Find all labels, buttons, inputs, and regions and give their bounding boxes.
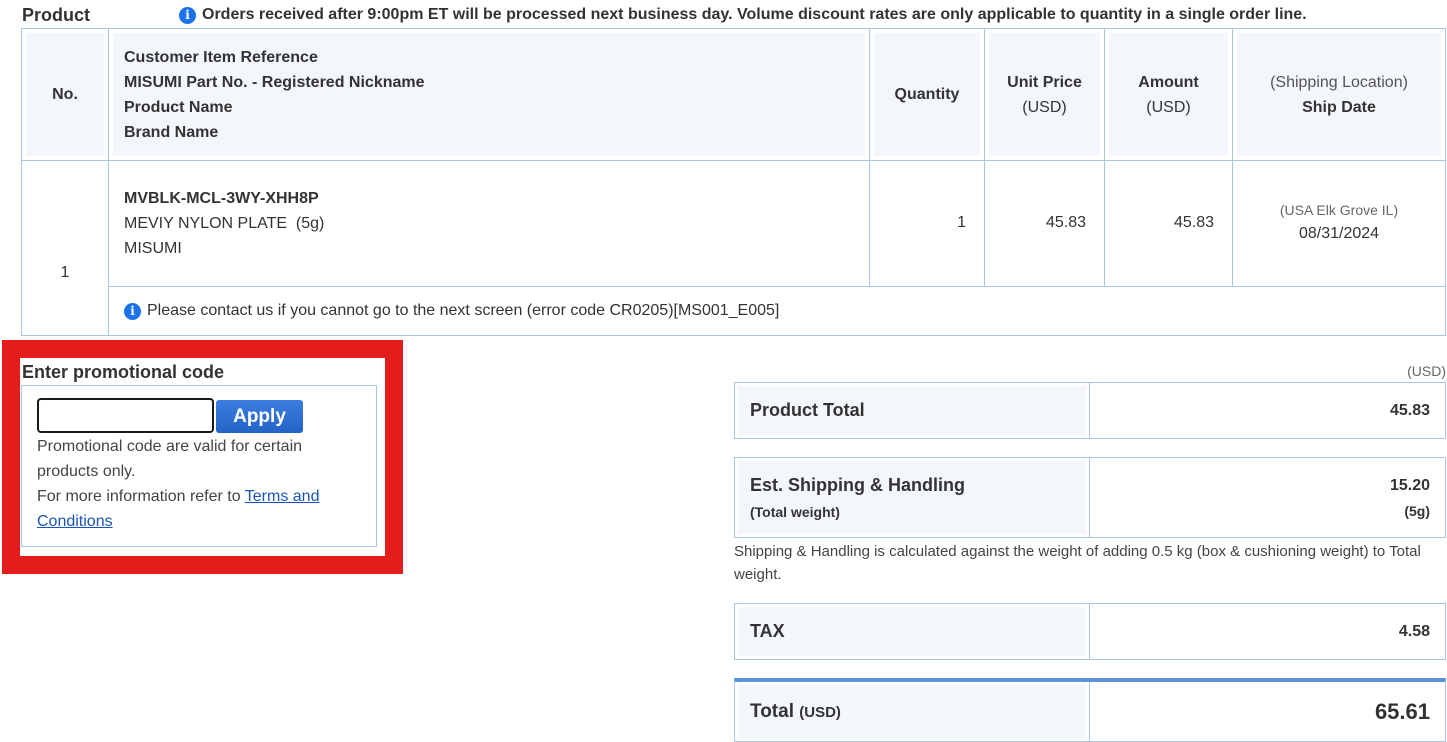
total-row: Total (USD) 65.61 — [734, 678, 1446, 742]
header-unit-price-currency: (USD) — [1022, 98, 1067, 116]
promo-note: Promotional code are valid for certain p… — [37, 438, 303, 480]
promo-code-input[interactable] — [37, 398, 214, 433]
total-label: Total — [750, 700, 794, 722]
header-ship-date-label: Ship Date — [1302, 98, 1376, 116]
promo-info: Promotional code are valid for certain p… — [37, 434, 357, 534]
total-currency: (USD) — [799, 703, 841, 721]
order-items-table: No. Customer Item Reference MISUMI Part … — [21, 28, 1446, 336]
apply-button[interactable]: Apply — [216, 400, 303, 433]
header-amount: Amount (USD) — [1104, 28, 1233, 161]
row-quantity: 1 — [869, 160, 985, 287]
header-amount-label: Amount — [1138, 73, 1199, 91]
header-customer-item-ref: Customer Item Reference — [124, 48, 318, 66]
promo-terms-text: For more information refer to — [37, 488, 245, 505]
header-unit-price-label: Unit Price — [1007, 73, 1082, 91]
notice-text: Orders received after 9:00pm ET will be … — [202, 6, 1307, 23]
brand-name: MISUMI — [124, 240, 182, 257]
shipping-value: 15.20 — [1389, 476, 1430, 494]
tax-row: TAX 4.58 — [734, 603, 1446, 660]
header-amount-currency: (USD) — [1146, 98, 1191, 116]
shipping-value-cell: 15.20 (5g) — [1090, 458, 1445, 537]
shipping-label: Est. Shipping & Handling — [750, 475, 965, 495]
total-value: 65.61 — [1374, 698, 1430, 724]
product-total-label: Product Total — [735, 383, 1090, 438]
product-total-row: Product Total 45.83 — [734, 382, 1446, 439]
ship-location: (USA Elk Grove IL) — [1279, 201, 1399, 218]
row-message: i Please contact us if you cannot go to … — [22, 286, 1446, 336]
row-no: 1 — [21, 160, 109, 336]
shipping-note: Shipping & Handling is calculated agains… — [734, 543, 1421, 583]
info-icon: i — [124, 302, 141, 320]
product-total-value: 45.83 — [1389, 401, 1430, 419]
row-message-cell: i Please contact us if you cannot go to … — [108, 286, 1446, 336]
header-no: No. — [21, 28, 109, 161]
tax-label: TAX — [735, 604, 1090, 659]
table-header-row: No. Customer Item Reference MISUMI Part … — [21, 28, 1446, 161]
header-unit-price: Unit Price (USD) — [984, 28, 1105, 161]
order-notice: i Orders received after 9:00pm ET will b… — [179, 6, 1307, 24]
row-description: MVBLK-MCL-3WY-XHH8P MEVIY NYLON PLATE (5… — [108, 160, 870, 287]
header-ship-location: (Shipping Location) — [1270, 73, 1408, 91]
ship-date: 08/31/2024 — [1298, 224, 1380, 242]
shipping-row: Est. Shipping & Handling (Total weight) … — [734, 457, 1446, 538]
error-message: Please contact us if you cannot go to th… — [147, 302, 780, 319]
row-amount: 45.83 — [1104, 160, 1233, 287]
summary-currency-label: (USD) — [1407, 363, 1446, 379]
header-product-name: Product Name — [124, 98, 233, 116]
section-title: Product — [22, 5, 91, 25]
header-part-no: MISUMI Part No. - Registered Nickname — [124, 73, 425, 91]
header-brand-name: Brand Name — [124, 123, 219, 141]
info-icon: i — [179, 6, 196, 24]
total-weight-value: (5g) — [1404, 502, 1430, 519]
product-name: MEVIY NYLON PLATE (5g) — [124, 215, 325, 232]
header-quantity: Quantity — [869, 28, 985, 161]
table-row: 1 MVBLK-MCL-3WY-XHH8P MEVIY NYLON PLATE … — [21, 160, 1446, 336]
total-label-cell: Total (USD) — [735, 682, 1090, 741]
tax-value: 4.58 — [1398, 622, 1430, 640]
row-ship-info: (USA Elk Grove IL) 08/31/2024 — [1232, 160, 1446, 287]
promo-code-panel: Apply Promotional code are valid for cer… — [21, 385, 377, 547]
promo-title: Enter promotional code — [22, 362, 225, 382]
row-unit-price: 45.83 — [984, 160, 1105, 287]
part-number: MVBLK-MCL-3WY-XHH8P — [124, 190, 319, 207]
shipping-label-cell: Est. Shipping & Handling (Total weight) — [735, 458, 1090, 537]
header-ship-date: (Shipping Location) Ship Date — [1232, 28, 1446, 161]
total-weight-label: (Total weight) — [750, 504, 840, 520]
promo-terms-line: For more information refer to Terms and … — [37, 484, 357, 534]
header-description: Customer Item Reference MISUMI Part No. … — [108, 28, 870, 161]
